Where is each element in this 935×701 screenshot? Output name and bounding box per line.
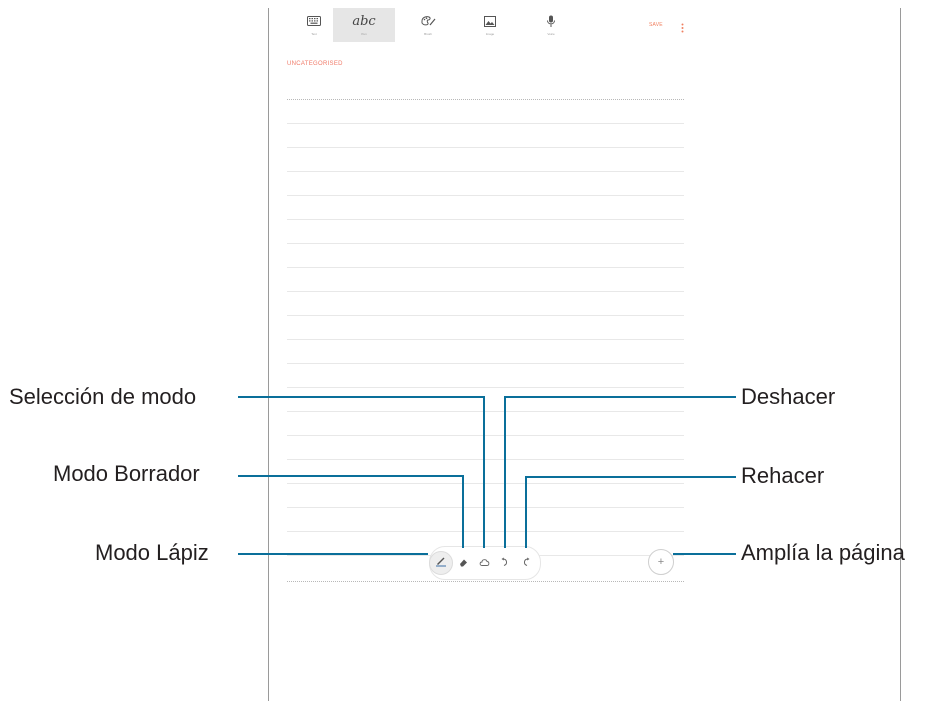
callout-line-eraser-vertical xyxy=(462,475,464,548)
callout-line-undo-horizontal xyxy=(504,396,736,398)
callout-eraser-mode: Modo Borrador xyxy=(53,461,200,486)
ruled-line xyxy=(287,531,684,532)
ruled-line xyxy=(287,123,684,124)
note-toolbar: Text abc Pen Brush Image Voice SAVE xyxy=(269,8,900,44)
ruled-line xyxy=(287,243,684,244)
ruled-line xyxy=(287,267,684,268)
more-options-icon[interactable] xyxy=(681,20,684,38)
tool-brush[interactable]: Brush xyxy=(397,8,459,42)
ruled-line xyxy=(287,147,684,148)
ruled-line xyxy=(287,483,684,484)
tool-pen-handwriting[interactable]: abc Pen xyxy=(333,8,395,42)
keyboard-icon xyxy=(307,14,321,28)
callout-line-selection-horizontal xyxy=(238,396,485,398)
ruled-line xyxy=(287,363,684,364)
image-icon xyxy=(484,14,496,28)
note-category[interactable]: UNCATEGORISED xyxy=(287,61,343,67)
callout-line-redo-horizontal xyxy=(525,476,736,478)
callout-line-selection-vertical xyxy=(483,396,485,548)
callout-expand-page: Amplía la página xyxy=(741,540,905,565)
device-screen: Text abc Pen Brush Image Voice SAVE UNCA… xyxy=(268,8,901,701)
ruled-line xyxy=(287,387,684,388)
undo-icon[interactable] xyxy=(498,555,512,569)
tool-label: Text xyxy=(311,32,317,36)
handwriting-abc-icon: abc xyxy=(352,13,376,29)
ruled-line xyxy=(287,411,684,412)
brush-palette-icon xyxy=(420,14,436,28)
selection-mode-icon[interactable] xyxy=(477,555,491,569)
callout-line-redo-vertical xyxy=(525,476,527,548)
callout-line-expand-page xyxy=(673,553,736,555)
ruled-line xyxy=(287,459,684,460)
ruled-line xyxy=(287,507,684,508)
ruled-line xyxy=(287,171,684,172)
callout-selection-mode: Selección de modo xyxy=(9,384,197,409)
ruled-line xyxy=(287,291,684,292)
add-page-button[interactable]: + xyxy=(648,549,674,575)
callout-undo: Deshacer xyxy=(741,384,836,409)
ruled-line xyxy=(287,219,684,220)
eraser-icon[interactable] xyxy=(456,555,470,569)
tool-label: Image xyxy=(485,32,495,36)
tool-label: Pen xyxy=(361,32,367,36)
save-button[interactable]: SAVE xyxy=(649,22,663,28)
callout-line-eraser-horizontal xyxy=(238,475,464,477)
callout-line-pen xyxy=(238,553,428,555)
callout-line-undo-vertical xyxy=(504,396,506,548)
tool-voice[interactable]: Voice xyxy=(520,8,582,42)
pen-mode-button[interactable] xyxy=(429,551,453,575)
ruled-line xyxy=(287,339,684,340)
title-divider xyxy=(287,99,684,100)
callout-redo: Rehacer xyxy=(741,463,825,488)
page-bottom-divider xyxy=(287,581,684,582)
ruled-line xyxy=(287,435,684,436)
plus-icon: + xyxy=(657,555,665,568)
redo-icon[interactable] xyxy=(519,555,533,569)
ruled-line xyxy=(287,195,684,196)
microphone-icon xyxy=(546,14,556,28)
callout-pen-mode: Modo Lápiz xyxy=(95,540,209,565)
tool-label: Brush xyxy=(424,32,432,36)
tool-image[interactable]: Image xyxy=(459,8,521,42)
tool-label: Voice xyxy=(547,32,555,36)
pen-mode-icon xyxy=(435,554,447,572)
ruled-line xyxy=(287,315,684,316)
